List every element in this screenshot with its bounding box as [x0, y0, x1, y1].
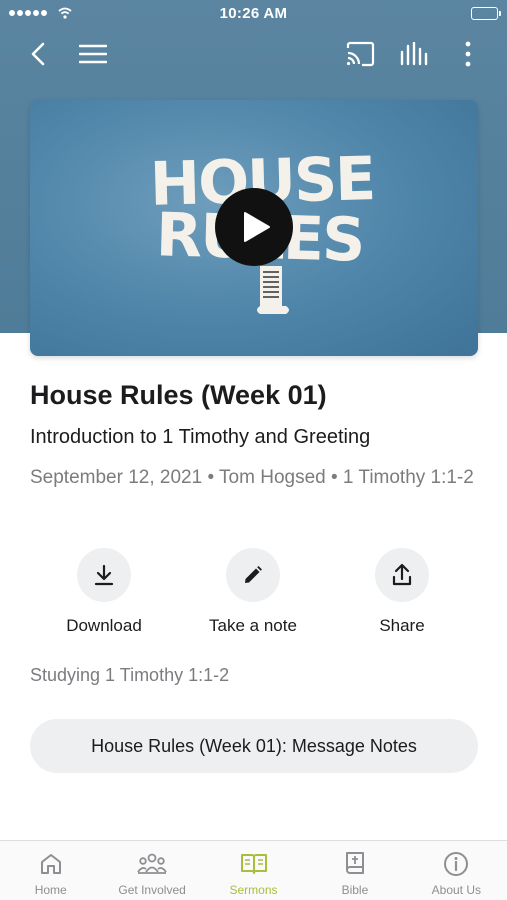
take-note-label: Take a note — [209, 616, 297, 635]
tab-home[interactable]: Home — [0, 841, 101, 900]
info-icon — [444, 852, 469, 876]
battery-icon — [471, 7, 501, 20]
hamburger-icon — [79, 44, 107, 64]
tab-home-label: Home — [34, 883, 67, 897]
scroll-icon — [257, 266, 289, 314]
take-note-circle[interactable] — [226, 548, 280, 602]
book-open-icon — [240, 854, 267, 874]
menu-button[interactable] — [77, 38, 109, 70]
people-icon — [137, 853, 167, 874]
studying-text: Studying 1 Timothy 1:1-2 — [30, 665, 230, 685]
tab-about-us-label: About Us — [431, 883, 481, 897]
chevron-left-icon — [31, 42, 45, 66]
share-icon — [392, 563, 412, 586]
sermon-title: House Rules (Week 01) — [30, 380, 327, 410]
share-circle[interactable] — [375, 548, 429, 602]
home-icon — [40, 854, 61, 874]
status-bar: 10:26 AM — [0, 0, 507, 28]
tab-bar: Home Get Involved Sermons Bible About Us — [0, 840, 507, 900]
cast-icon — [346, 41, 375, 67]
tab-get-involved[interactable]: Get Involved — [101, 841, 202, 900]
top-nav — [0, 30, 507, 76]
take-note-button[interactable]: Take a note — [198, 548, 308, 636]
tab-bible[interactable]: Bible — [304, 841, 405, 900]
share-label: Share — [379, 616, 425, 635]
download-label: Download — [66, 616, 142, 635]
download-icon — [94, 564, 114, 586]
tab-about-us[interactable]: About Us — [406, 841, 507, 900]
back-button[interactable] — [22, 38, 54, 70]
audio-button[interactable] — [398, 38, 430, 70]
status-time: 10:26 AM — [219, 5, 288, 22]
sermon-subtitle: Introduction to 1 Timothy and Greeting — [30, 426, 371, 448]
tab-bible-label: Bible — [341, 883, 369, 897]
bible-icon — [345, 852, 364, 874]
share-button[interactable]: Share — [347, 548, 457, 636]
play-icon — [243, 212, 270, 242]
tab-sermons[interactable]: Sermons — [203, 841, 304, 900]
audio-bars-icon — [400, 42, 428, 66]
play-button[interactable] — [215, 188, 293, 266]
sermon-meta: September 12, 2021 • Tom Hogsed • 1 Timo… — [30, 467, 474, 488]
tab-sermons-label: Sermons — [229, 883, 278, 897]
cast-button[interactable] — [344, 38, 376, 70]
more-vertical-icon — [465, 41, 471, 67]
tab-get-involved-label: Get Involved — [118, 883, 186, 897]
message-notes-button[interactable]: House Rules (Week 01): Message Notes — [30, 719, 478, 773]
sermon-video[interactable]: HOUSE RULES — [30, 100, 478, 356]
download-circle[interactable] — [77, 548, 131, 602]
more-button[interactable] — [452, 38, 484, 70]
download-button[interactable]: Download — [49, 548, 159, 636]
pencil-icon — [245, 566, 262, 583]
